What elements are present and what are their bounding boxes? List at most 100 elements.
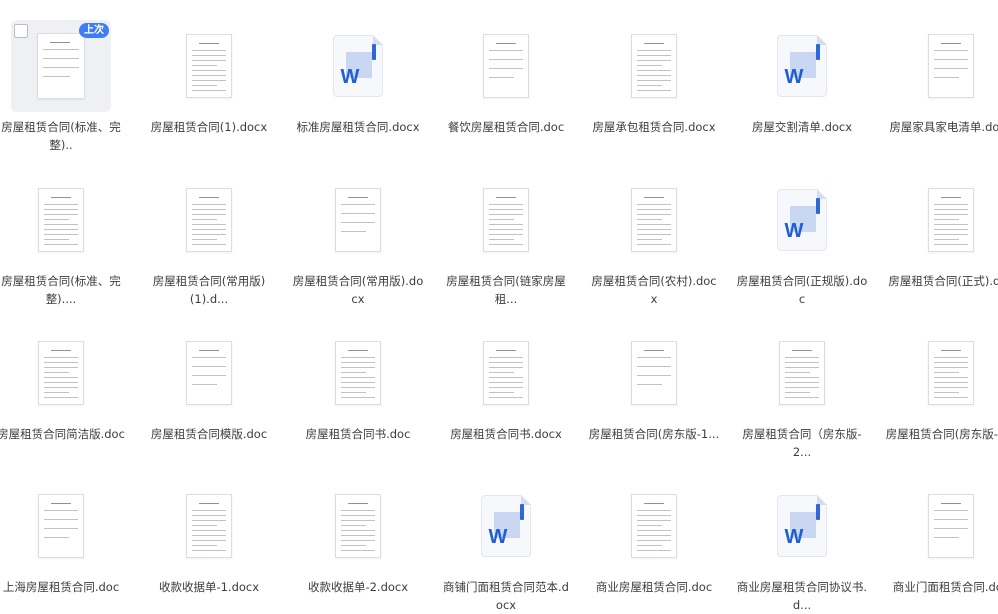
- document-preview-icon: [38, 341, 84, 405]
- file-name: 房屋租赁合同(1).docx: [150, 120, 268, 134]
- file-item[interactable]: 收款收据单-1.docx: [139, 480, 279, 614]
- file-item[interactable]: 房屋租赁合同(农村).docx: [584, 174, 724, 308]
- file-item[interactable]: 上次房屋租赁合同(标准、完整)..: [0, 20, 131, 154]
- document-preview-icon: [186, 494, 232, 558]
- file-name: 房屋租赁合同模版.doc: [150, 427, 268, 441]
- document-preview-icon: [928, 341, 974, 405]
- word-file-icon: W: [777, 495, 827, 557]
- file-item[interactable]: 房屋租赁合同模版.doc: [139, 327, 279, 461]
- file-item[interactable]: 房屋租赁合同书.doc: [288, 327, 428, 461]
- document-preview-icon: [631, 494, 677, 558]
- word-file-icon: W: [777, 35, 827, 97]
- file-item[interactable]: 上海房屋租赁合同.doc: [0, 480, 131, 614]
- file-thumbnail[interactable]: W: [456, 480, 556, 572]
- file-name: 房屋租赁合同(链家房屋租...: [446, 274, 566, 306]
- file-name: 收款收据单-2.docx: [307, 580, 409, 594]
- file-name: 房屋租赁合同(房东版-1...: [588, 427, 720, 441]
- file-thumbnail[interactable]: [901, 20, 998, 112]
- file-thumbnail[interactable]: [456, 174, 556, 266]
- file-thumbnail[interactable]: W: [308, 20, 408, 112]
- file-thumbnail[interactable]: [11, 174, 111, 266]
- file-name: 房屋租赁合同(标准、完整)..: [1, 120, 121, 152]
- file-name: 商业房屋租赁合同.doc: [595, 580, 713, 594]
- document-preview-icon: [38, 494, 84, 558]
- document-preview-icon: [335, 341, 381, 405]
- file-grid: 上次房屋租赁合同(标准、完整).. 房屋租赁合同(1).docx W 标准房屋租赁合同…: [0, 0, 998, 612]
- file-item[interactable]: 房屋租赁合同(常用版).docx: [288, 174, 428, 308]
- document-preview-icon: [928, 188, 974, 252]
- file-name: 收款收据单-1.docx: [158, 580, 260, 594]
- document-preview-icon: [631, 341, 677, 405]
- file-item[interactable]: 房屋租赁合同简洁版.doc: [0, 327, 131, 461]
- file-item[interactable]: W 商铺门面租赁合同范本.docx: [436, 480, 576, 614]
- document-preview-icon: [631, 34, 677, 98]
- document-preview-icon: [38, 188, 84, 252]
- file-thumbnail[interactable]: 上次: [11, 20, 111, 112]
- file-name: 房屋租赁合同(农村).docx: [591, 274, 717, 306]
- file-name: 房屋租赁合同书.doc: [305, 427, 411, 441]
- document-preview-icon: [779, 341, 825, 405]
- file-thumbnail[interactable]: W: [752, 480, 852, 572]
- file-thumbnail[interactable]: [159, 20, 259, 112]
- document-preview-icon: [483, 341, 529, 405]
- file-item[interactable]: 房屋租赁合同（房东版-2...: [732, 327, 872, 461]
- file-name: 标准房屋租赁合同.docx: [296, 120, 420, 134]
- file-name: 商铺门面租赁合同范本.docx: [443, 580, 569, 612]
- file-item[interactable]: W 房屋交割清单.docx: [732, 20, 872, 154]
- file-thumbnail[interactable]: [308, 480, 408, 572]
- file-name: 房屋交割清单.docx: [751, 120, 853, 134]
- file-item[interactable]: W 标准房屋租赁合同.docx: [288, 20, 428, 154]
- file-item[interactable]: 房屋租赁合同(链家房屋租...: [436, 174, 576, 308]
- file-item[interactable]: 房屋租赁合同(常用版)(1).d...: [139, 174, 279, 308]
- file-item[interactable]: 商业门面租赁合同.doc: [881, 480, 998, 614]
- file-thumbnail[interactable]: [159, 480, 259, 572]
- file-item[interactable]: W 房屋租赁合同(正规版).doc: [732, 174, 872, 308]
- word-file-icon: W: [481, 495, 531, 557]
- file-thumbnail[interactable]: [456, 20, 556, 112]
- file-name: 房屋租赁合同(标准、完整)....: [1, 274, 121, 306]
- file-thumbnail[interactable]: [308, 327, 408, 419]
- file-thumbnail[interactable]: [752, 327, 852, 419]
- file-thumbnail[interactable]: W: [752, 174, 852, 266]
- file-thumbnail[interactable]: [11, 480, 111, 572]
- file-item[interactable]: 房屋租赁合同(标准、完整)....: [0, 174, 131, 308]
- file-thumbnail[interactable]: [604, 480, 704, 572]
- file-name: 餐饮房屋租赁合同.doc: [447, 120, 565, 134]
- file-item[interactable]: 房屋租赁合同(正式).doc: [881, 174, 998, 308]
- file-thumbnail[interactable]: [604, 327, 704, 419]
- file-item[interactable]: 房屋租赁合同(1).docx: [139, 20, 279, 154]
- file-thumbnail[interactable]: [604, 20, 704, 112]
- document-preview-icon: [631, 188, 677, 252]
- document-preview-icon: [186, 188, 232, 252]
- file-thumbnail[interactable]: [456, 327, 556, 419]
- select-checkbox[interactable]: [14, 24, 28, 38]
- file-name: 房屋租赁合同(常用版).docx: [292, 274, 424, 306]
- last-opened-badge: 上次: [79, 23, 109, 38]
- file-thumbnail[interactable]: [901, 327, 998, 419]
- document-preview-icon: [37, 33, 85, 99]
- document-preview-icon: [335, 188, 381, 252]
- file-thumbnail[interactable]: [901, 174, 998, 266]
- file-item[interactable]: 收款收据单-2.docx: [288, 480, 428, 614]
- file-thumbnail[interactable]: W: [752, 20, 852, 112]
- file-name: 商业房屋租赁合同协议书.d...: [736, 580, 868, 612]
- file-item[interactable]: 房屋租赁合同书.docx: [436, 327, 576, 461]
- file-name: 商业门面租赁合同.doc: [892, 580, 998, 594]
- file-name: 房屋租赁合同(房东版-3...: [885, 427, 998, 441]
- file-thumbnail[interactable]: [159, 174, 259, 266]
- file-thumbnail[interactable]: [308, 174, 408, 266]
- file-thumbnail[interactable]: [901, 480, 998, 572]
- file-item[interactable]: 房屋承包租赁合同.docx: [584, 20, 724, 154]
- file-item[interactable]: 商业房屋租赁合同.doc: [584, 480, 724, 614]
- file-item[interactable]: 餐饮房屋租赁合同.doc: [436, 20, 576, 154]
- file-thumbnail[interactable]: [604, 174, 704, 266]
- file-name: 房屋租赁合同(正规版).doc: [736, 274, 868, 306]
- file-thumbnail[interactable]: [11, 327, 111, 419]
- file-name: 房屋租赁合同（房东版-2...: [742, 427, 862, 459]
- file-thumbnail[interactable]: [159, 327, 259, 419]
- file-name: 房屋家具家电清单.docx: [889, 120, 998, 134]
- file-item[interactable]: 房屋租赁合同(房东版-3...: [881, 327, 998, 461]
- file-item[interactable]: 房屋家具家电清单.docx: [881, 20, 998, 154]
- file-item[interactable]: W 商业房屋租赁合同协议书.d...: [732, 480, 872, 614]
- file-item[interactable]: 房屋租赁合同(房东版-1...: [584, 327, 724, 461]
